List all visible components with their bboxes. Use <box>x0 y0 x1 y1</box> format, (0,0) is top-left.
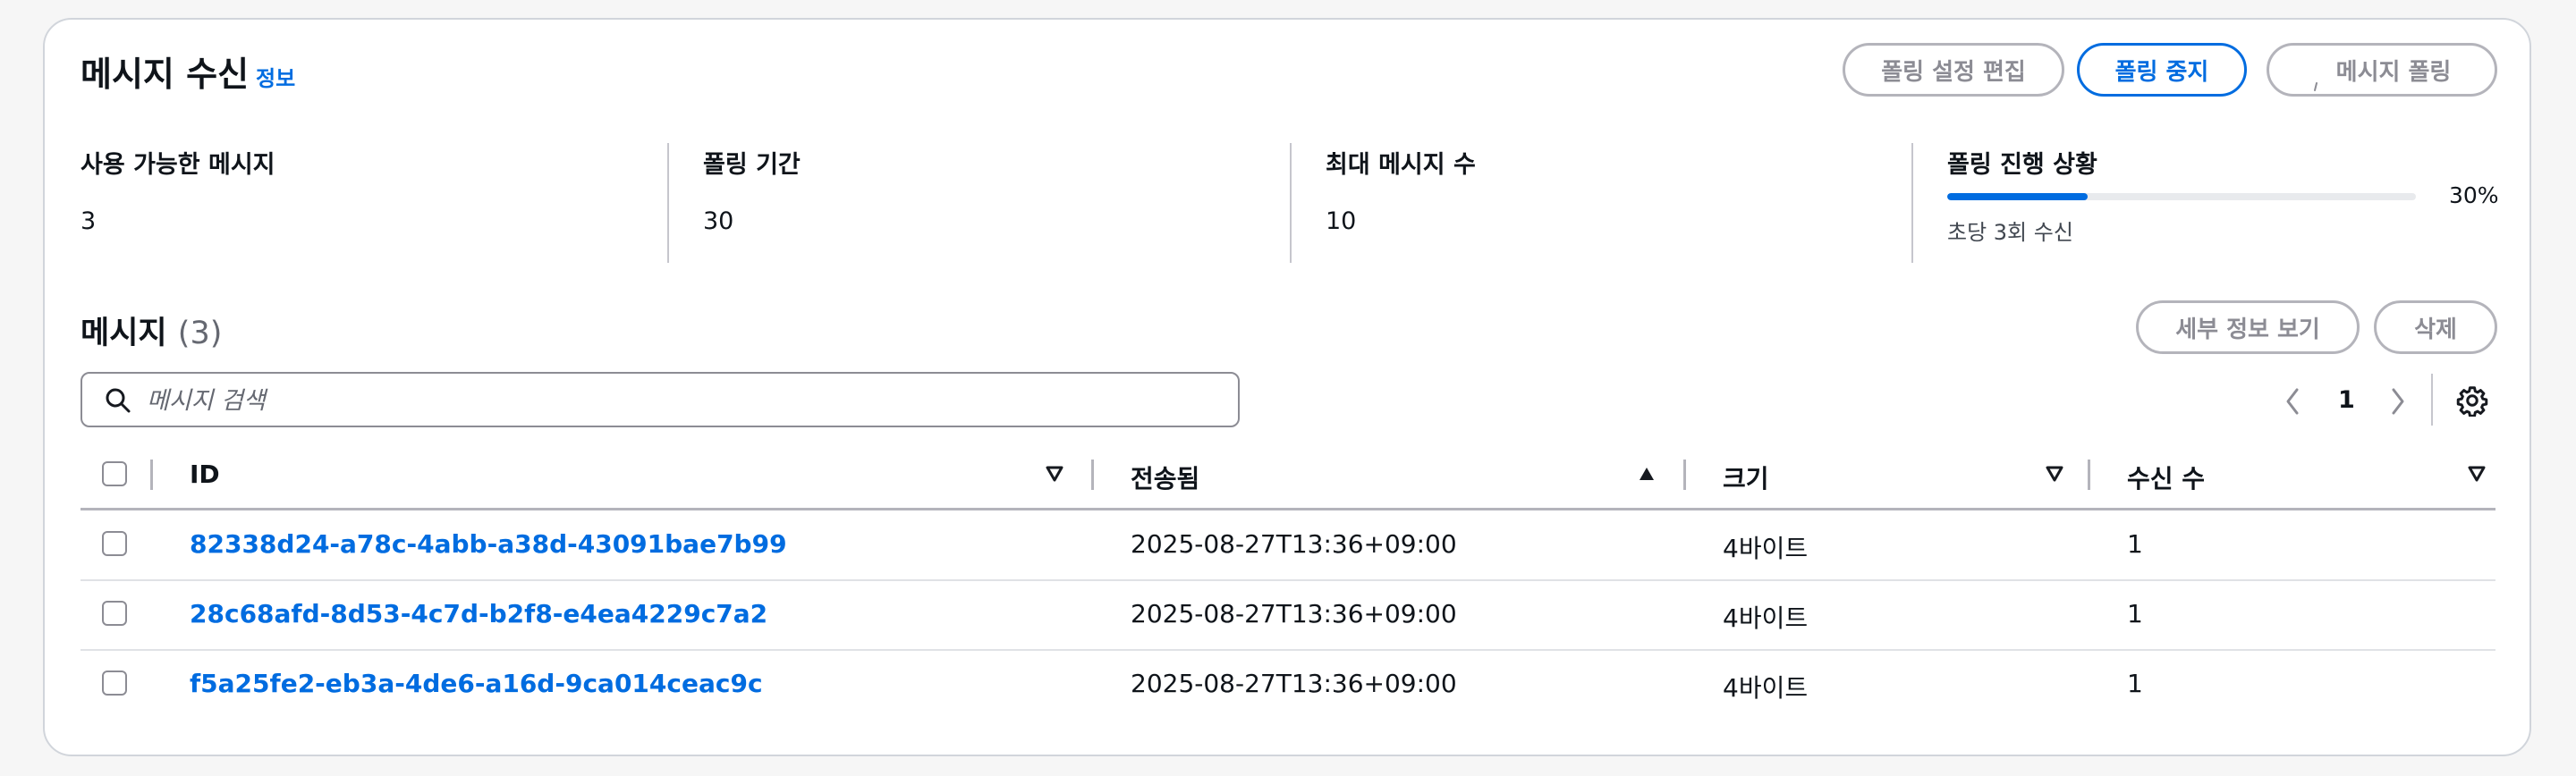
message-size-cell: 4바이트 <box>1723 673 1809 703</box>
stop-polling-button[interactable]: 폴링 중지 <box>2077 43 2247 97</box>
column-header-sent[interactable]: 전송됨 <box>1131 460 1199 495</box>
search-input[interactable] <box>147 383 1220 418</box>
column-header-size[interactable]: 크기 <box>1723 460 1769 495</box>
stat-divider <box>1911 143 1913 263</box>
poll-messages-button[interactable]: 메시지 폴링 <box>2267 43 2497 97</box>
search-box <box>80 372 1240 427</box>
row-checkbox[interactable] <box>102 671 127 696</box>
message-size-cell: 4바이트 <box>1723 603 1809 633</box>
column-separator[interactable] <box>1091 460 1094 490</box>
column-header-id[interactable]: ID <box>190 460 220 489</box>
available-messages-label: 사용 가능한 메시지 <box>80 151 275 179</box>
messages-count: (3) <box>177 316 223 351</box>
message-receive-count-cell: 1 <box>2127 529 2143 559</box>
edit-polling-settings-button[interactable]: 폴링 설정 편집 <box>1843 43 2064 97</box>
polling-progress-fill <box>1947 193 2089 200</box>
sort-asc-icon[interactable] <box>1637 465 1657 486</box>
chevron-left-icon[interactable] <box>2283 386 2302 420</box>
message-sent-cell: 2025-08-27T13:36+09:00 <box>1131 669 1457 698</box>
polling-progress-bar <box>1947 193 2416 200</box>
column-separator <box>150 460 153 490</box>
polling-rate-text: 초당 3회 수신 <box>1947 220 2073 245</box>
receive-messages-panel: 메시지 수신 정보 폴링 설정 편집 폴링 중지 메시지 폴링 사용 가능한 메… <box>43 18 2531 756</box>
message-id-link[interactable]: 82338d24-a78c-4abb-a38d-43091bae7b99 <box>190 529 787 559</box>
search-icon <box>104 386 132 418</box>
chevron-right-icon[interactable] <box>2388 386 2408 420</box>
message-size-cell: 4바이트 <box>1723 534 1809 563</box>
messages-title: 메시지 <box>80 316 167 351</box>
page-number[interactable]: 1 <box>2338 386 2355 414</box>
row-divider <box>80 579 2496 581</box>
sort-desc-icon[interactable] <box>2467 465 2487 486</box>
stat-divider <box>1290 143 1292 263</box>
gear-icon[interactable] <box>2456 384 2488 420</box>
delete-button[interactable]: 삭제 <box>2374 300 2497 354</box>
polling-duration-label: 폴링 기간 <box>703 151 801 179</box>
view-details-button[interactable]: 세부 정보 보기 <box>2136 300 2360 354</box>
spinner-icon <box>2313 71 2318 91</box>
polling-progress-label: 폴링 진행 상황 <box>1947 151 2097 179</box>
sort-desc-icon[interactable] <box>2045 465 2064 486</box>
info-link[interactable]: 정보 <box>256 61 295 92</box>
polling-duration-value: 30 <box>703 207 734 235</box>
column-header-receive-count[interactable]: 수신 수 <box>2127 460 2205 495</box>
message-receive-count-cell: 1 <box>2127 599 2143 628</box>
message-id-link[interactable]: f5a25fe2-eb3a-4de6-a16d-9ca014ceac9c <box>190 669 763 698</box>
stat-divider <box>667 143 669 263</box>
row-checkbox[interactable] <box>102 531 127 556</box>
polling-progress-percent: 30% <box>2449 182 2499 208</box>
message-receive-count-cell: 1 <box>2127 669 2143 698</box>
max-messages-label: 최대 메시지 수 <box>1326 151 1476 179</box>
message-id-link[interactable]: 28c68afd-8d53-4c7d-b2f8-e4ea4229c7a2 <box>190 599 767 628</box>
message-sent-cell: 2025-08-27T13:36+09:00 <box>1131 599 1457 628</box>
table-header-divider <box>80 508 2496 510</box>
page-title: 메시지 수신 <box>80 55 250 94</box>
message-sent-cell: 2025-08-27T13:36+09:00 <box>1131 529 1457 559</box>
row-divider <box>80 649 2496 651</box>
column-separator[interactable] <box>2088 460 2090 490</box>
sort-desc-icon[interactable] <box>1045 465 1064 486</box>
messages-section-title: 메시지 (3) <box>80 308 222 353</box>
row-checkbox[interactable] <box>102 601 127 626</box>
pagination-divider <box>2431 374 2433 426</box>
max-messages-value: 10 <box>1326 207 1357 235</box>
available-messages-value: 3 <box>80 207 97 235</box>
poll-messages-label: 메시지 폴링 <box>2335 58 2452 86</box>
column-separator[interactable] <box>1683 460 1686 490</box>
select-all-checkbox[interactable] <box>102 461 127 486</box>
